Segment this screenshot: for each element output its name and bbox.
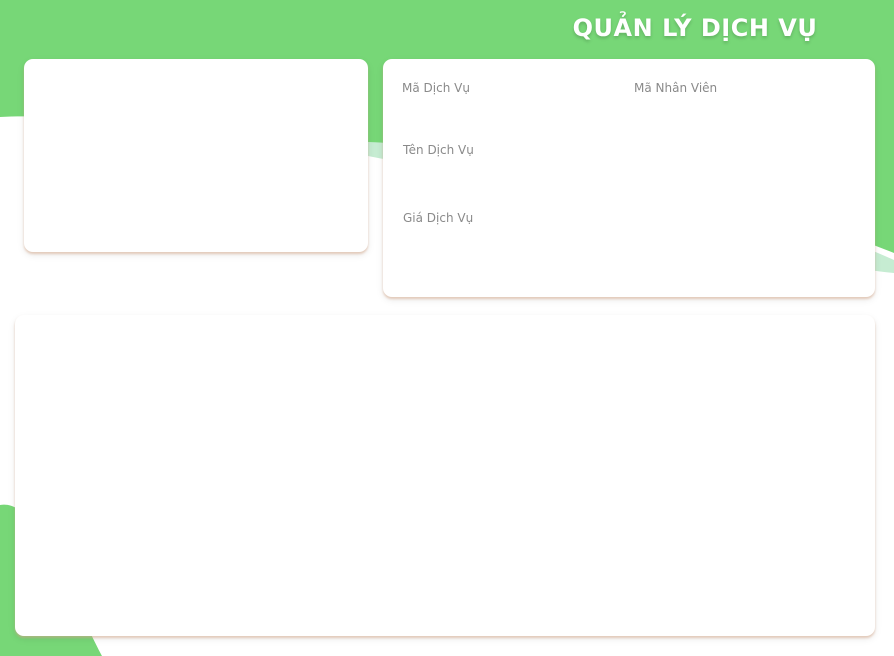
page-title: QUẢN LÝ DỊCH VỤ (572, 14, 818, 42)
service-table-panel[interactable] (15, 315, 875, 636)
service-price-label: Giá Dịch Vụ (403, 211, 474, 225)
service-form-panel: Mã Dịch Vụ Mã Nhân Viên Tên Dịch Vụ Giá … (383, 59, 875, 297)
service-id-input[interactable] (402, 99, 602, 119)
employee-id-input[interactable] (634, 99, 854, 119)
service-id-label: Mã Dịch Vụ (402, 81, 470, 95)
image-panel (24, 59, 368, 252)
service-name-input[interactable] (403, 161, 853, 181)
service-name-label: Tên Dịch Vụ (403, 143, 474, 157)
service-price-input[interactable] (403, 229, 853, 249)
employee-id-label: Mã Nhân Viên (634, 81, 718, 95)
